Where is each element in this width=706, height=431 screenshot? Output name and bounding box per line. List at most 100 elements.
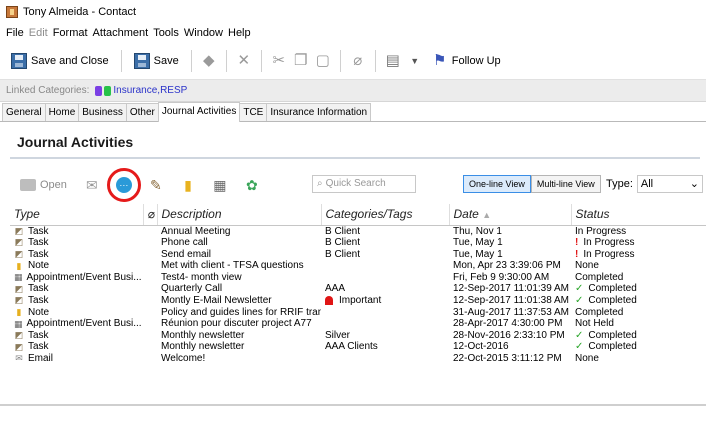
menu-format[interactable]: Format — [53, 27, 88, 39]
eraser-icon[interactable]: ◆ — [201, 52, 217, 69]
type-filter-select[interactable]: All ⌄ — [636, 175, 703, 193]
delete-x-icon[interactable]: ✕ — [236, 52, 252, 69]
table-row[interactable]: ◩ Task Annual Meeting B Client Thu, Nov 1 In … — [10, 225, 706, 237]
checkmark-icon: ✓ — [575, 295, 584, 307]
copy-icon[interactable]: ❐ — [293, 52, 309, 69]
new-email-icon[interactable]: ✉ — [81, 174, 103, 196]
contact-tabs: General Home Business Other Journal Activiti… — [0, 102, 706, 122]
cell-date: Thu, Nov 1 — [453, 225, 502, 237]
table-row[interactable]: ▮ Note Policy and guides lines for RRIF tr… — [10, 307, 706, 319]
cell-category: AAA Clients — [321, 341, 449, 353]
cell-category — [321, 260, 449, 272]
cell-status: ✓ Completed — [571, 283, 706, 295]
new-chat-button[interactable]: ··· — [106, 168, 141, 202]
cell-category: AAA — [321, 283, 449, 295]
column-header-date[interactable]: Date ▲ — [449, 204, 572, 226]
print-icon[interactable]: ▤ — [385, 52, 401, 69]
tab-journal-activities[interactable]: Journal Activities — [157, 102, 241, 122]
type-filter-value: All — [640, 178, 654, 190]
column-header-categories[interactable]: Categories/Tags — [321, 204, 450, 226]
cell-attachment — [143, 341, 157, 353]
cell-category: B Client — [321, 249, 449, 261]
title-bar: Tony Almeida - Contact — [0, 0, 706, 24]
column-header-status[interactable]: Status — [571, 204, 706, 226]
new-appointment-icon[interactable]: ▦ — [209, 174, 231, 196]
table-row[interactable]: ✉ Email Welcome! 22-Oct-2015 3:11:12 PM None — [10, 353, 706, 365]
paste-icon[interactable]: ▢ — [315, 52, 331, 69]
column-header-description[interactable]: Description — [157, 204, 322, 226]
toolbar-separator — [339, 49, 341, 72]
paperclip-icon: ⌀ — [147, 207, 155, 222]
table-row[interactable]: ▮ Note Met with client - TFSA questions Mon… — [10, 260, 706, 272]
linked-categories-text: Insurance,RESP — [113, 85, 188, 96]
checkmark-icon: ✓ — [575, 329, 584, 341]
menu-window[interactable]: Window — [184, 27, 223, 39]
status-text: In Progress — [583, 248, 635, 260]
cell-date: 28-Apr-2017 4:30:00 PM — [453, 318, 563, 330]
menu-tools[interactable]: Tools — [153, 27, 179, 39]
tab-insurance-information[interactable]: Insurance Information — [266, 103, 372, 121]
cell-description: Send email — [161, 248, 212, 260]
menu-help[interactable]: Help — [228, 27, 251, 39]
table-row[interactable]: ◩ Task Monthly newsletter Silver 28-Nov-2016… — [10, 330, 706, 342]
cell-date: Tue, May 1 — [453, 237, 503, 249]
open-button[interactable]: Open — [20, 179, 67, 191]
save-label: Save — [153, 54, 179, 67]
table-row[interactable]: ▦ Appointment/Event Busi... Test4- month v… — [10, 272, 706, 284]
priority-high-icon: ! — [575, 237, 579, 249]
one-line-view-button[interactable]: One-line View — [463, 175, 531, 193]
column-header-type[interactable]: Type — [10, 204, 144, 226]
table-row[interactable]: ▦ Appointment/Event Busi... Réunion pour d… — [10, 318, 706, 330]
chevron-down-icon[interactable]: ▼ — [407, 53, 423, 69]
table-row[interactable]: ◩ Task Phone call B Client Tue, May 1! In Pro… — [10, 237, 706, 249]
task-icon: ◩ — [14, 330, 24, 341]
cell-status: None — [571, 353, 706, 365]
contact-app-icon — [6, 6, 18, 18]
cell-category — [321, 353, 449, 365]
status-text: None — [575, 353, 599, 365]
menu-attachment[interactable]: Attachment — [93, 27, 149, 39]
toolbar: Save and Close Save ◆ ✕ ✂ ❐ ▢ ⌀ ▤ ▼ ⚑ Fo… — [0, 42, 706, 80]
category-text: Silver — [325, 329, 351, 341]
status-text: Completed — [575, 271, 624, 283]
table-row[interactable]: ◩ Task Send email B Client Tue, May 1! In Pro… — [10, 249, 706, 261]
tab-general[interactable]: General — [2, 103, 46, 121]
category-text: B Client — [325, 237, 361, 249]
type-text: Email — [28, 353, 54, 365]
task-icon: ◩ — [14, 283, 24, 294]
cell-status: ✓ Completed — [571, 295, 706, 307]
date-header-text: Date — [453, 207, 479, 222]
cell-status: ! In Progress — [571, 249, 706, 261]
cut-icon[interactable]: ✂ — [271, 52, 287, 69]
status-text: Completed — [588, 341, 637, 353]
cell-description: Réunion pour discuter project A77 — [161, 318, 312, 330]
column-header-attachment[interactable]: ⌀ — [143, 204, 158, 226]
new-task-icon[interactable]: ✎ — [145, 174, 167, 196]
cell-status: Completed — [571, 272, 706, 284]
save-and-close-button[interactable]: Save and Close — [8, 48, 112, 74]
table-row[interactable]: ◩ Task Montly E-Mail Newsletter Important 12… — [10, 295, 706, 307]
tab-tce[interactable]: TCE — [239, 103, 268, 121]
menu-file[interactable]: File — [6, 27, 24, 39]
cell-description: Policy and guides lines for RRIF transfe… — [161, 306, 321, 318]
task-icon: ◩ — [14, 237, 24, 248]
linked-categories-value[interactable]: Insurance,RESP — [95, 85, 187, 96]
type-text: Task — [28, 248, 49, 260]
tab-home[interactable]: Home — [44, 103, 80, 121]
save-button[interactable]: Save — [131, 48, 182, 74]
multi-line-view-button[interactable]: Multi-line View — [530, 175, 601, 193]
table-row[interactable]: ◩ Task Monthly newsletter AAA Clients 12-Oct… — [10, 341, 706, 353]
table-row[interactable]: ◩ Task Quarterly Call AAA 12-Sep-2017 11:01:… — [10, 283, 706, 295]
menu-edit[interactable]: Edit — [29, 27, 48, 39]
cell-attachment — [143, 260, 157, 272]
attachment-paperclip-icon[interactable]: ⌀ — [350, 52, 366, 69]
highlight-circle — [106, 168, 141, 202]
cell-description: Welcome! — [161, 353, 206, 365]
follow-up-button[interactable]: ⚑ Follow Up — [429, 48, 504, 74]
tab-business[interactable]: Business — [78, 103, 127, 121]
new-note-icon[interactable]: ▮ — [177, 174, 199, 196]
quick-search-input[interactable]: ⌕ Quick Search — [312, 175, 416, 193]
tab-other[interactable]: Other — [125, 103, 159, 121]
new-event-icon[interactable]: ✿ — [241, 174, 263, 196]
cell-type: ▮ Note — [10, 307, 143, 319]
